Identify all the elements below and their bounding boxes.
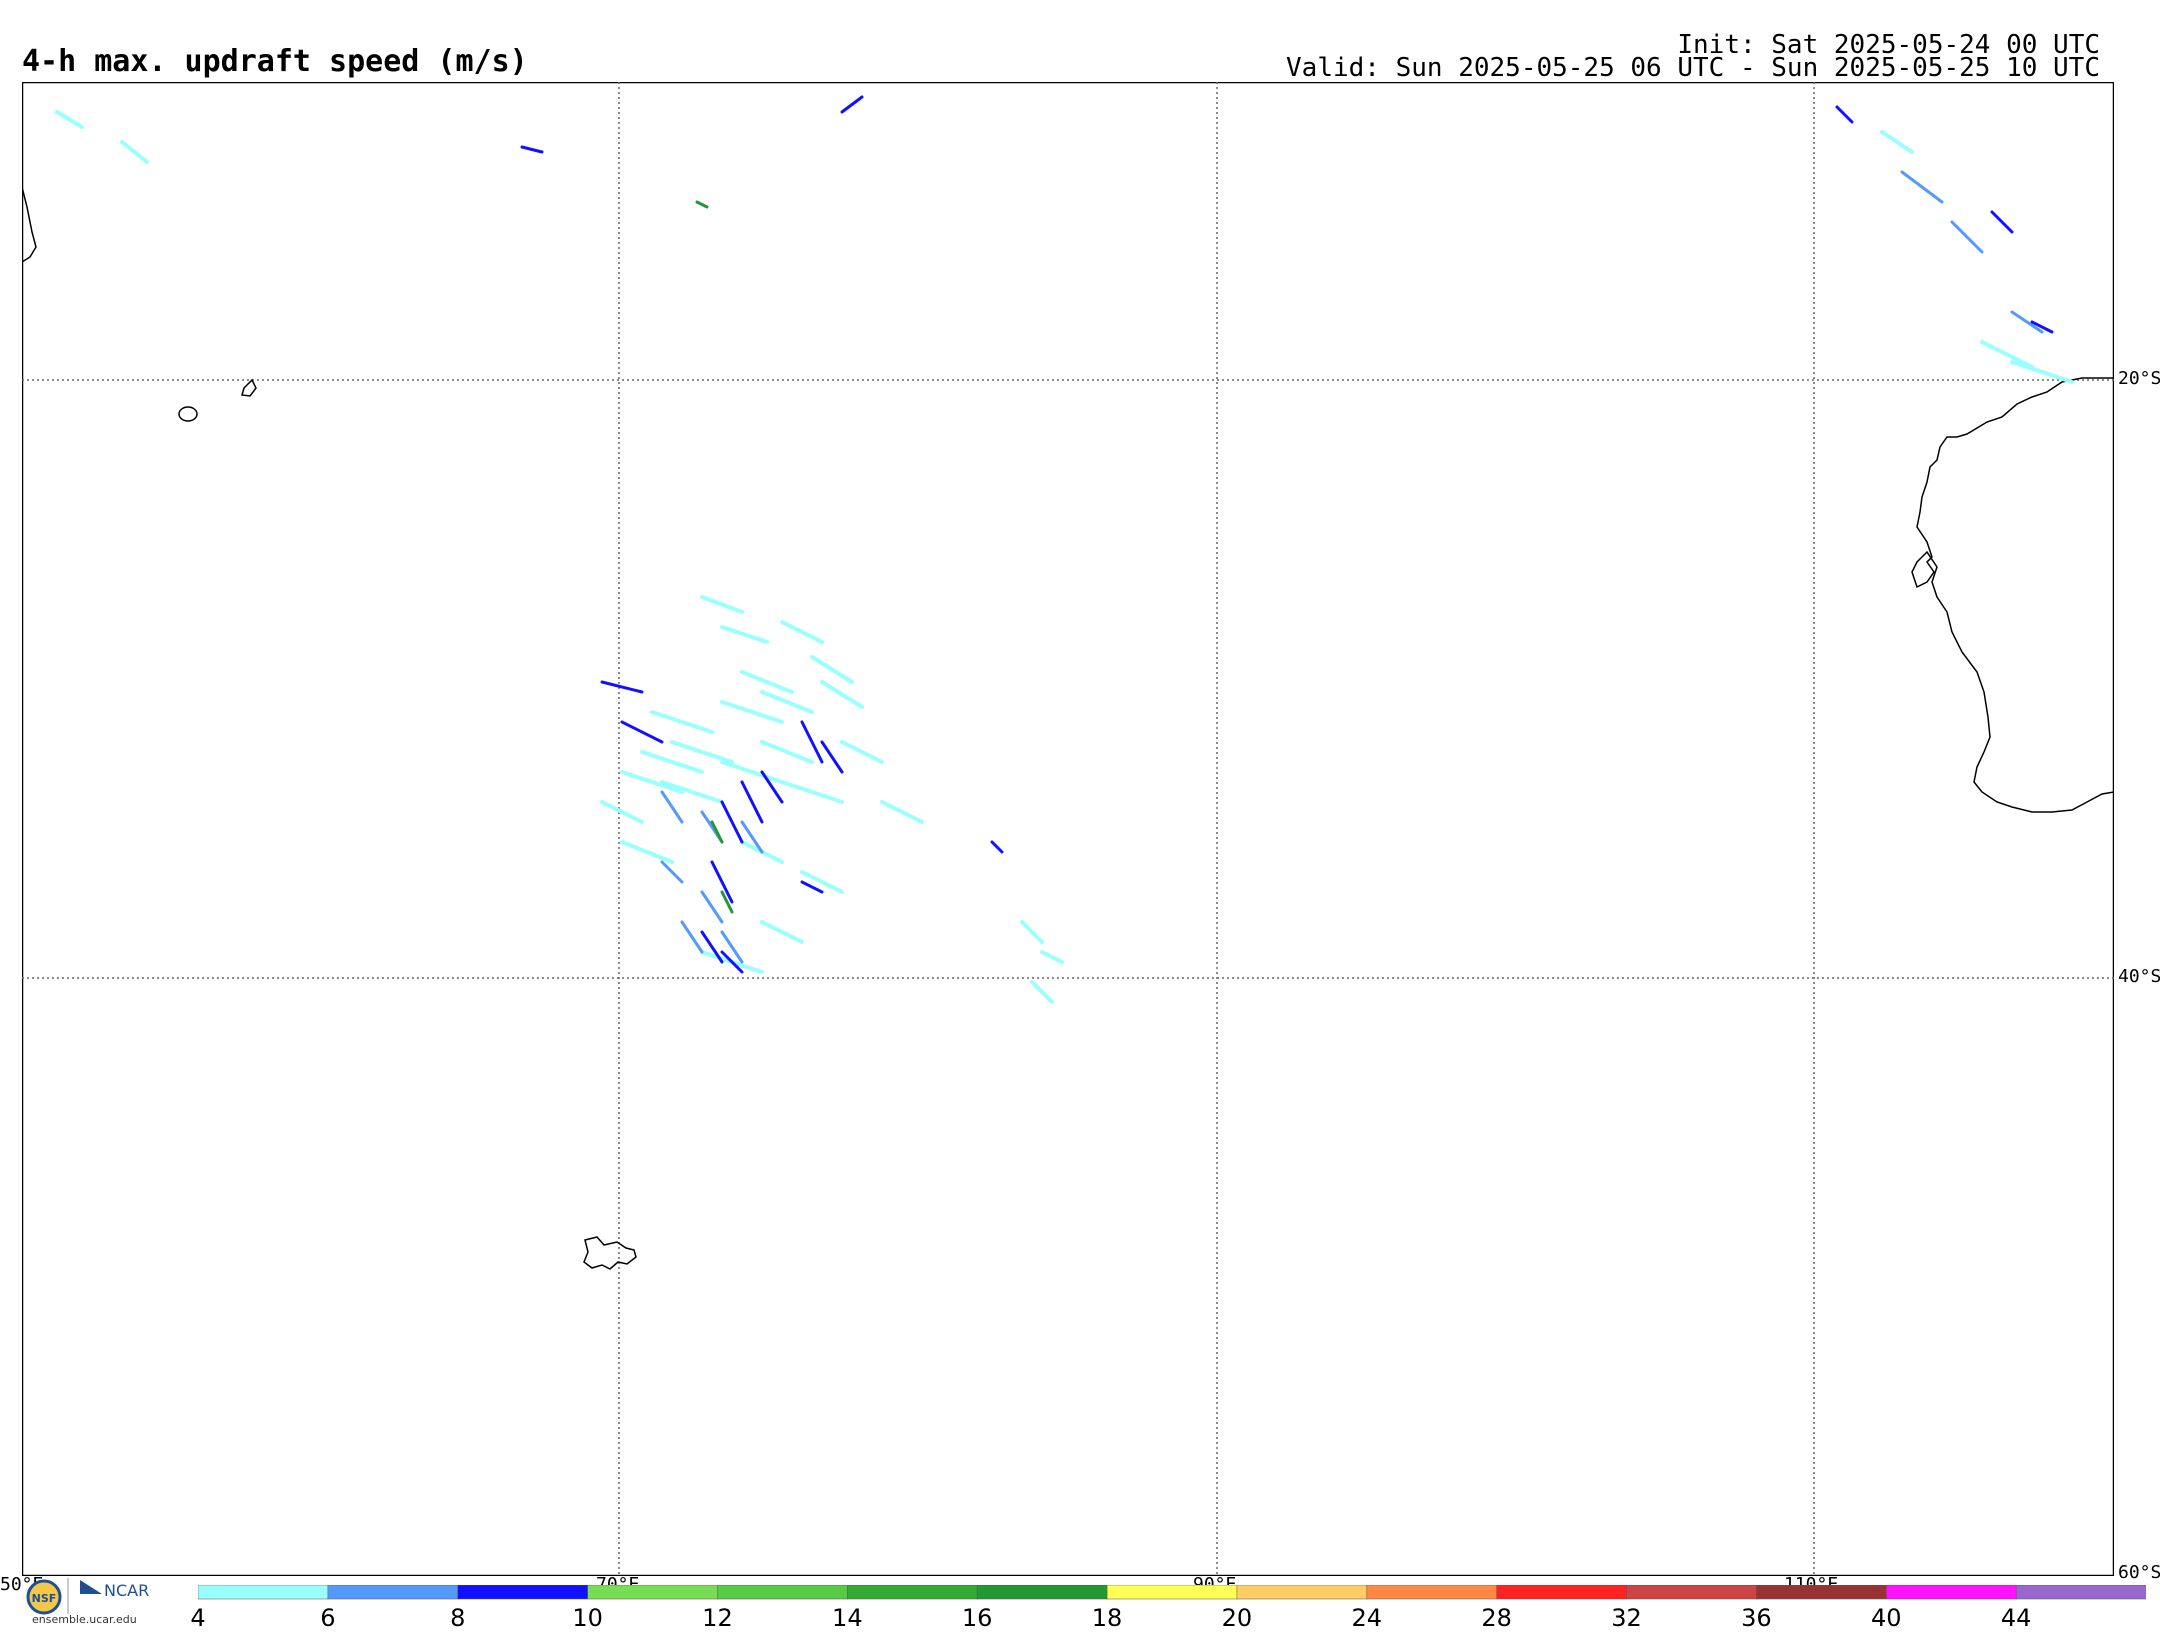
colorbar-segment — [457, 1585, 589, 1600]
logo-url: ensemble.ucar.edu — [32, 1613, 137, 1626]
map-frame — [22, 82, 2114, 1576]
colorbar-tick-label: 32 — [1611, 1604, 1642, 1632]
colorbar-tick-label: 6 — [320, 1604, 336, 1632]
colorbar-tick-label: 24 — [1351, 1604, 1383, 1632]
colorbar-segment — [1366, 1585, 1498, 1600]
colorbar-tick-label: 4 — [190, 1604, 206, 1632]
colorbar-segment — [1626, 1585, 1758, 1600]
ncar-text: NCAR — [104, 1581, 149, 1600]
nsf-text: NSF — [32, 1592, 57, 1605]
colorbar — [198, 1585, 2146, 1600]
colorbar-segment — [1496, 1585, 1628, 1600]
colorbar-segment — [976, 1585, 1108, 1600]
colorbar-tick-label: 16 — [961, 1604, 993, 1632]
colorbar-segment — [1756, 1585, 1888, 1600]
colorbar-tick-label: 40 — [1870, 1604, 1902, 1632]
colorbar-segment — [1236, 1585, 1368, 1600]
colorbar-segment — [2015, 1585, 2146, 1600]
colorbar-tick-label: 28 — [1481, 1604, 1512, 1632]
map-panel — [22, 82, 2114, 1576]
colorbar-tick-label: 12 — [702, 1604, 733, 1632]
colorbar-tick-label: 14 — [832, 1604, 863, 1632]
colorbar-segment — [587, 1585, 719, 1600]
colorbar-segment — [847, 1585, 978, 1600]
colorbar-tick-label: 8 — [450, 1604, 466, 1632]
colorbar-tick-label: 44 — [2000, 1604, 2032, 1632]
colorbar-tick-label: 20 — [1221, 1604, 1253, 1632]
lat-label-20s: 20°S — [2118, 368, 2160, 389]
lat-label-40s: 40°S — [2118, 966, 2160, 987]
map-title: 4-h max. updraft speed (m/s) — [22, 44, 528, 79]
colorbar-segment — [198, 1585, 329, 1600]
valid-time: Valid: Sun 2025-05-25 06 UTC - Sun 2025-… — [1286, 53, 2100, 83]
lat-label-60s: 60°S — [2118, 1562, 2160, 1583]
colorbar-segment — [1106, 1585, 1238, 1600]
colorbar-segment — [327, 1585, 459, 1600]
colorbar-tick-label: 36 — [1741, 1604, 1772, 1632]
colorbar-tick-label: 18 — [1091, 1604, 1123, 1632]
colorbar-segment — [1886, 1585, 2017, 1600]
ncar-mark-icon — [80, 1580, 102, 1594]
colorbar-segment — [717, 1585, 849, 1600]
colorbar-tick-label: 10 — [572, 1604, 603, 1632]
